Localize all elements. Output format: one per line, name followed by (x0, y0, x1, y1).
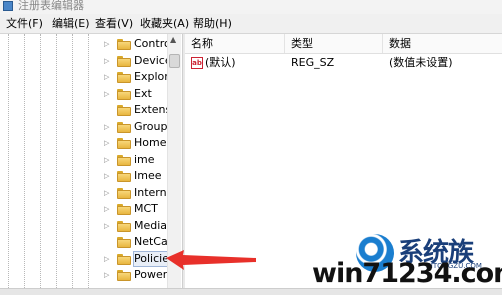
menu-favorites[interactable]: 收藏夹(A) (140, 16, 189, 32)
ab-string-value-icon: ab (191, 57, 203, 69)
menu-view[interactable]: 查看(V) (95, 16, 133, 32)
expand-arrow-icon[interactable]: ▷ (104, 57, 109, 65)
folder-icon (117, 204, 131, 215)
tree-item[interactable]: ▷ Ext (104, 86, 168, 102)
column-type[interactable]: 类型 (285, 34, 383, 53)
tree-item[interactable]: ▷ Interne (104, 185, 168, 201)
tree-item[interactable]: ▷ Explor (104, 69, 168, 85)
tree-item-label: NetCa (134, 235, 168, 248)
column-name[interactable]: 名称 (185, 34, 285, 53)
tree-guide-line (88, 34, 89, 288)
expand-arrow-icon[interactable]: ▷ (104, 255, 109, 263)
expand-arrow-icon[interactable]: ▷ (104, 222, 109, 230)
tree-item-label: Interne (134, 185, 168, 199)
expand-arrow-icon[interactable]: ▷ (104, 123, 109, 131)
window-title: 注册表编辑器 (18, 0, 84, 12)
tree-item[interactable]: NetCa (104, 234, 168, 250)
title-bar: 注册表编辑器 (0, 0, 502, 14)
tree-item[interactable]: ▷ Contro (104, 36, 168, 52)
tree-item-label: Home (134, 136, 167, 149)
tree-guide-line (24, 34, 25, 288)
folder-icon (117, 138, 131, 149)
expand-arrow-icon[interactable]: ▷ (104, 139, 109, 147)
folder-icon (117, 171, 131, 182)
folder-icon (117, 220, 131, 232)
folder-icon (117, 39, 131, 50)
expand-arrow-icon[interactable]: ▷ (104, 40, 109, 48)
tree-item-label: Policie (133, 250, 169, 267)
expand-arrow-icon[interactable]: ▷ (104, 205, 109, 213)
value-name: (默认) (205, 56, 236, 69)
menu-edit[interactable]: 编辑(E) (52, 16, 90, 32)
expand-arrow-icon[interactable]: ▷ (104, 271, 109, 279)
tree-item[interactable]: ▷ ime (104, 152, 168, 168)
column-header: 名称 类型 数据 (185, 34, 502, 54)
tree-item-label: Imee (134, 169, 162, 182)
tree-item-label: Device (134, 53, 168, 67)
tree-guide-line (40, 34, 41, 288)
folder-icon (117, 237, 131, 248)
value-data: (数值未设置) (389, 56, 453, 69)
expand-arrow-icon[interactable]: ▷ (104, 156, 109, 164)
tree-item[interactable]: ▷ Policie (104, 250, 169, 267)
watermark: 系统族 XITONGZU.COM win71234.com (312, 232, 502, 295)
tree-item-label: Extens (134, 103, 168, 116)
tree-item[interactable]: ▷ Device (104, 53, 168, 69)
tree-item-label: Contro (134, 37, 168, 50)
menu-help[interactable]: 帮助(H) (193, 16, 232, 32)
tree-item[interactable]: Extens (104, 102, 168, 118)
scroll-up-arrow-icon[interactable]: ▲ (170, 36, 176, 44)
folder-icon (117, 187, 131, 199)
folder-icon (117, 72, 131, 83)
tree-item[interactable]: ▷ Home (104, 135, 168, 151)
folder-icon (117, 88, 131, 100)
tree-item-label: MCT (134, 202, 158, 215)
expand-arrow-icon[interactable]: ▷ (104, 73, 109, 81)
tree-scrollbar[interactable]: ▲ (167, 34, 181, 288)
watermark-site: win71234.com (312, 258, 502, 289)
expand-arrow-icon[interactable]: ▷ (104, 90, 109, 98)
tree-item[interactable]: ▷ MCT (104, 201, 168, 217)
tree-item-label: Explor (134, 70, 168, 83)
tree-item-label: Media (134, 218, 168, 232)
tree-guide-line (72, 34, 73, 288)
value-row[interactable]: ab (默认) REG_SZ (数值未设置) (185, 54, 502, 72)
folder-icon (117, 121, 131, 133)
folder-icon (117, 105, 131, 116)
value-type: REG_SZ (291, 56, 335, 69)
expand-arrow-icon[interactable]: ▷ (104, 172, 109, 180)
tree-guide-line (56, 34, 57, 288)
tree-guide-line (8, 34, 9, 288)
expand-arrow-icon[interactable]: ▷ (104, 189, 109, 197)
folder-icon (117, 253, 131, 265)
tree-item-label: Ext (134, 86, 152, 100)
scrollbar-thumb[interactable] (169, 54, 180, 68)
tree-item-label: Power (134, 268, 168, 281)
folder-icon (117, 154, 131, 166)
folder-icon (117, 55, 131, 67)
folder-icon (117, 270, 131, 281)
regedit-app-icon (3, 1, 13, 11)
tree-item-label: Group (134, 119, 168, 133)
column-data[interactable]: 数据 (383, 34, 502, 53)
tree-item[interactable]: ▷ Media (104, 218, 168, 234)
tree-item[interactable]: ▷ Group (104, 119, 168, 135)
registry-tree[interactable]: ▷ Contro ▷ Device ▷ Explor ▷ Ext Extens ▷ Group ▷ Ho… (0, 34, 183, 288)
tree-item-label: ime (134, 152, 155, 166)
menu-bar: 文件(F) 编辑(E) 查看(V) 收藏夹(A) 帮助(H) (0, 14, 502, 34)
menu-file[interactable]: 文件(F) (6, 16, 43, 32)
tree-item[interactable]: ▷ Power (104, 267, 168, 283)
tree-item[interactable]: ▷ Imee (104, 168, 168, 184)
